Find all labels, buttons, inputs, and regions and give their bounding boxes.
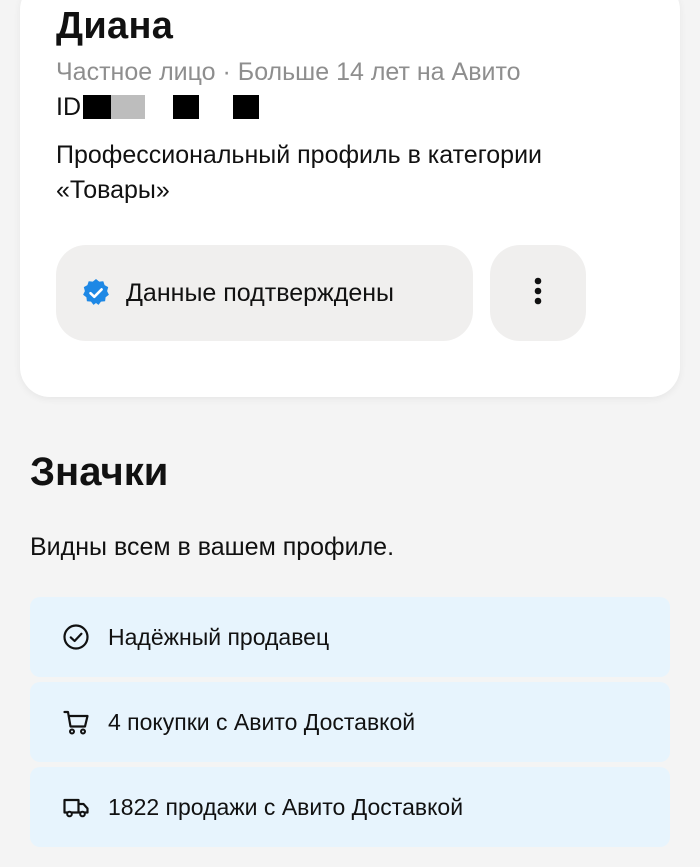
check-circle-icon	[62, 623, 90, 651]
verified-label: Данные подтверждены	[126, 278, 394, 307]
badge-label: 4 покупки с Авито Доставкой	[108, 708, 416, 735]
profile-meta: Частное лицо · Больше 14 лет на Авито	[56, 58, 521, 86]
redaction-block	[173, 95, 199, 119]
profile-category: Профессиональный профиль в категории «То…	[56, 141, 543, 204]
badge-item-purchases[interactable]: 4 покупки с Авито Доставкой	[30, 682, 670, 762]
profile-id-label: ID	[56, 92, 81, 121]
verified-badge-icon	[80, 277, 112, 309]
more-options-button[interactable]	[490, 245, 586, 341]
redaction-block	[233, 95, 259, 119]
badge-label: Надёжный продавец	[108, 623, 330, 650]
profile-id: ID	[56, 92, 259, 122]
redaction-block	[111, 95, 145, 119]
truck-icon	[62, 793, 90, 821]
badge-list: Надёжный продавец 4 покупки с Авито Дост…	[30, 597, 670, 852]
cart-icon	[62, 708, 90, 736]
more-vertical-icon	[533, 276, 543, 311]
badge-label: 1822 продажи с Авито Доставкой	[108, 793, 464, 820]
profile-name: Диана	[56, 5, 174, 47]
verified-data-button[interactable]: Данные подтверждены	[56, 245, 473, 341]
redaction-block	[83, 95, 111, 119]
badge-item-sales[interactable]: 1822 продажи с Авито Доставкой	[30, 767, 670, 847]
badges-subtitle: Видны всем в вашем профиле.	[30, 533, 395, 561]
badge-item-reliable-seller[interactable]: Надёжный продавец	[30, 597, 670, 677]
badges-title: Значки	[30, 450, 169, 494]
